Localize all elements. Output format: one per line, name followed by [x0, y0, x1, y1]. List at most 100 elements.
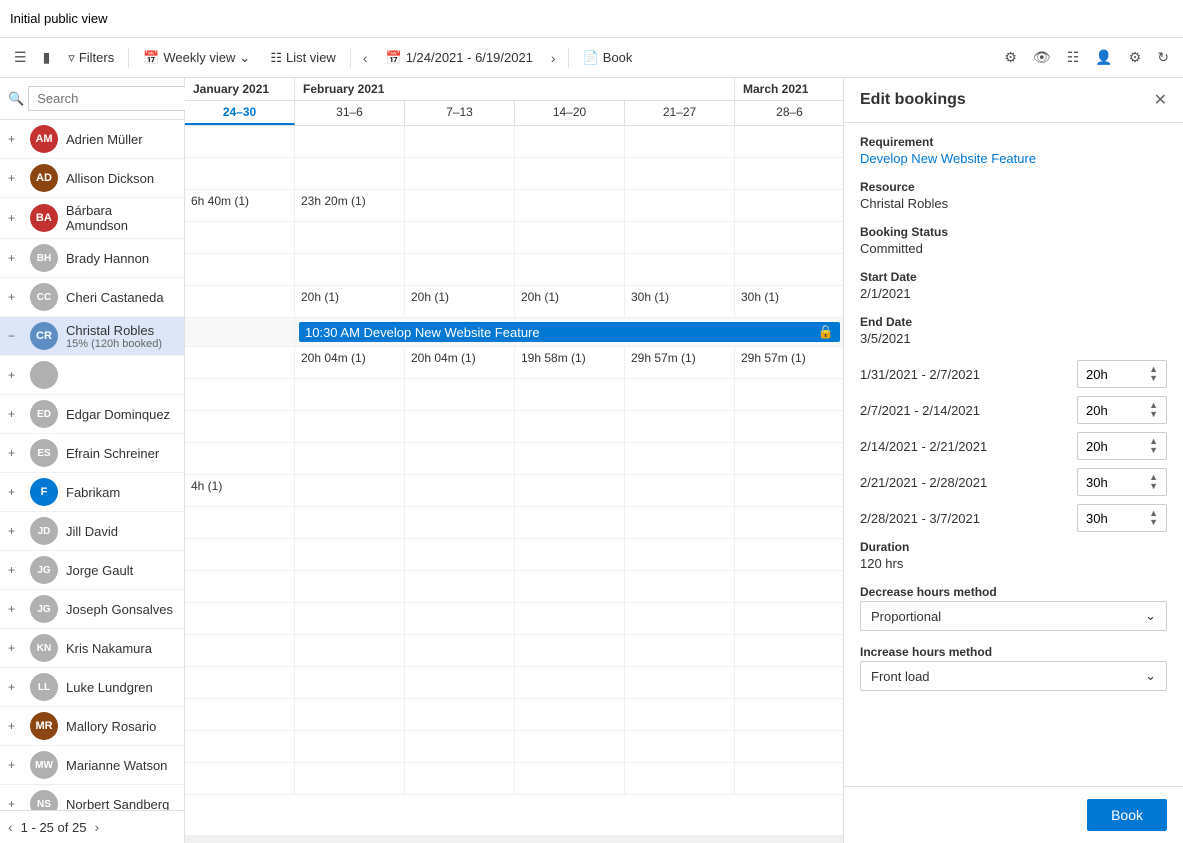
cal-cell	[405, 571, 515, 602]
hour-input[interactable]: 30h▲▼	[1077, 468, 1167, 496]
calendar-scrollbar[interactable]	[185, 835, 843, 843]
list-item[interactable]: −CRChristal Robles15% (120h booked)	[0, 317, 184, 356]
avatar: JG	[30, 595, 58, 623]
week-cell[interactable]: 14–20	[515, 101, 625, 125]
cal-cell	[295, 635, 405, 666]
cal-cell	[295, 571, 405, 602]
month-cell: January 2021	[185, 78, 295, 100]
collapse-icon[interactable]: ▮	[37, 45, 57, 70]
next-button[interactable]: ›	[545, 46, 562, 70]
avatar: LL	[30, 673, 58, 701]
cal-cell	[185, 603, 295, 634]
prev-page-button[interactable]: ‹	[8, 819, 13, 835]
list-item[interactable]: +ADAllison Dickson	[0, 159, 184, 198]
date-range-button[interactable]: 📅 1/24/2021 - 6/19/2021	[378, 46, 541, 70]
cal-cell	[185, 318, 295, 346]
cal-cell	[515, 190, 625, 221]
list-item[interactable]: +ESEfrain Schreiner	[0, 434, 184, 473]
cal-cell	[185, 254, 295, 285]
decrease-dropdown[interactable]: Proportional ⌄	[860, 601, 1167, 631]
booking-bar-icon: 🔒	[818, 324, 834, 340]
hour-input[interactable]: 20h▲▼	[1077, 396, 1167, 424]
resource-name: Efrain Schreiner	[66, 446, 159, 461]
cal-cell	[625, 635, 735, 666]
list-item[interactable]: +AMAdrien Müller	[0, 120, 184, 159]
hour-spinners: ▲▼	[1149, 437, 1158, 455]
cal-cell	[295, 126, 405, 157]
settings-icon[interactable]: ⚙	[998, 45, 1023, 70]
cal-cell	[625, 443, 735, 474]
expand-icon: +	[8, 680, 22, 694]
cal-cell	[515, 699, 625, 730]
next-page-button[interactable]: ›	[94, 819, 99, 835]
increase-dropdown[interactable]: Front load ⌄	[860, 661, 1167, 691]
list-item[interactable]: +LLLuke Lundgren	[0, 668, 184, 707]
list-view-button[interactable]: ☷ List view	[262, 46, 344, 70]
columns-icon[interactable]: ☷	[1061, 45, 1086, 70]
cal-cell	[295, 443, 405, 474]
booking-bar[interactable]: 10:30 AM Develop New Website Feature🔒	[299, 322, 840, 342]
cal-cell	[735, 190, 843, 221]
end-date-value: 3/5/2021	[860, 331, 1167, 346]
list-item[interactable]: +FFabrikam	[0, 473, 184, 512]
expand-icon: −	[8, 329, 22, 343]
list-item[interactable]: +JDJill David	[0, 512, 184, 551]
calendar-row	[185, 126, 843, 158]
hour-down-button[interactable]: ▼	[1149, 374, 1158, 383]
hour-down-button[interactable]: ▼	[1149, 446, 1158, 455]
eye-icon[interactable]: 👁	[1027, 45, 1057, 70]
hour-input[interactable]: 30h▲▼	[1077, 504, 1167, 532]
weekly-view-button[interactable]: 📅 Weekly view ⌄	[135, 46, 258, 70]
hour-down-button[interactable]: ▼	[1149, 518, 1158, 527]
booking-bar-cell[interactable]: 10:30 AM Develop New Website Feature🔒	[295, 318, 843, 346]
cal-cell	[185, 411, 295, 442]
cal-cell	[735, 699, 843, 730]
cal-cell	[295, 158, 405, 189]
hour-input[interactable]: 20h▲▼	[1077, 360, 1167, 388]
cal-cell	[295, 699, 405, 730]
list-item[interactable]: +NSNorbert Sandberg	[0, 785, 184, 810]
gear-icon[interactable]: ⚙	[1123, 45, 1148, 70]
calendar-row	[185, 635, 843, 667]
cal-cell: 19h 58m (1)	[515, 347, 625, 378]
hour-spinners: ▲▼	[1149, 473, 1158, 491]
list-item[interactable]: +KNKris Nakamura	[0, 629, 184, 668]
list-item[interactable]: +MWMarianne Watson	[0, 746, 184, 785]
expand-icon[interactable]: ☰	[8, 45, 33, 70]
hour-down-button[interactable]: ▼	[1149, 482, 1158, 491]
prev-button[interactable]: ‹	[357, 46, 374, 70]
calendar-body: 6h 40m (1)23h 20m (1)20h (1)20h (1)20h (…	[185, 126, 843, 835]
edit-panel-footer: Book	[844, 786, 1183, 843]
week-cell[interactable]: 24–30	[185, 101, 295, 125]
book-button[interactable]: Book	[1087, 799, 1167, 831]
cal-cell	[185, 571, 295, 602]
list-item[interactable]: +MRMallory Rosario	[0, 707, 184, 746]
calendar-row: 20h (1)20h (1)20h (1)30h (1)30h (1)	[185, 286, 843, 318]
week-cell[interactable]: 28–6	[735, 101, 843, 125]
refresh-icon[interactable]: ↻	[1151, 45, 1175, 70]
list-item[interactable]: +JGJorge Gault	[0, 551, 184, 590]
list-item[interactable]: +	[0, 356, 184, 395]
calendar-row	[185, 411, 843, 443]
person-icon[interactable]: 👤	[1089, 45, 1118, 70]
week-cell[interactable]: 7–13	[405, 101, 515, 125]
pagination-range: 1 - 25 of 25	[21, 820, 87, 835]
list-item[interactable]: +BABárbara Amundson	[0, 198, 184, 239]
hour-down-button[interactable]: ▼	[1149, 410, 1158, 419]
filters-button[interactable]: ▿ Filters	[60, 46, 122, 70]
cal-cell	[405, 379, 515, 410]
week-cell[interactable]: 21–27	[625, 101, 735, 125]
list-item[interactable]: +CCCheri Castaneda	[0, 278, 184, 317]
list-item[interactable]: +BHBrady Hannon	[0, 239, 184, 278]
week-booking-label: 2/21/2021 - 2/28/2021	[860, 475, 1069, 490]
hour-input[interactable]: 20h ▲▼	[1077, 432, 1167, 460]
requirement-value[interactable]: Develop New Website Feature	[860, 151, 1167, 166]
close-button[interactable]: ✕	[1154, 90, 1167, 110]
cal-cell	[625, 539, 735, 570]
book-toolbar-button[interactable]: 📄 Book	[575, 46, 641, 70]
list-item[interactable]: +EDEdgar Dominquez	[0, 395, 184, 434]
toolbar: ☰ ▮ ▿ Filters 📅 Weekly view ⌄ ☷ List vie…	[0, 38, 1183, 78]
hour-value: 20h	[1086, 439, 1108, 454]
list-item[interactable]: +JGJoseph Gonsalves	[0, 590, 184, 629]
week-cell[interactable]: 31–6	[295, 101, 405, 125]
